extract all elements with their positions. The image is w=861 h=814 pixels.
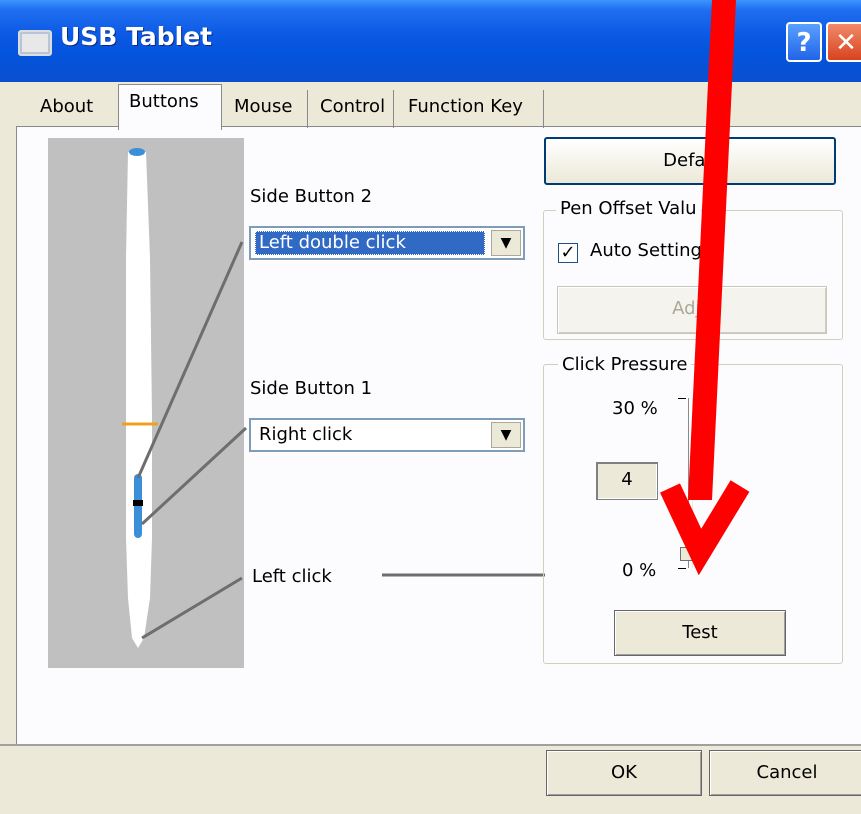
side-button-2-label: Side Button 2 — [250, 186, 373, 207]
tab-control[interactable]: Control — [310, 90, 394, 128]
slider-tick-top — [678, 398, 686, 399]
close-button[interactable]: ✕ — [826, 22, 861, 62]
title-bar[interactable]: USB Tablet ? ✕ — [0, 0, 861, 82]
pressure-slider-thumb[interactable] — [680, 547, 702, 562]
window-title: USB Tablet — [60, 22, 213, 51]
tab-about[interactable]: About — [30, 90, 116, 128]
ok-button[interactable]: OK — [546, 750, 702, 796]
side-button-2-value: Left double click — [255, 231, 485, 255]
side-button-2-select[interactable]: Left double click ▼ — [249, 226, 525, 260]
pressure-slider-track[interactable] — [688, 398, 693, 568]
tab-buttons[interactable]: Buttons — [118, 84, 222, 130]
pen-illustration — [48, 138, 244, 668]
click-pressure-group-label: Click Pressure — [558, 354, 692, 375]
footer-separator — [0, 744, 861, 746]
auto-setting-label[interactable]: Auto Setting — [590, 240, 702, 261]
adjust-button[interactable]: Adju — [557, 286, 827, 334]
test-button[interactable]: Test — [614, 610, 786, 656]
help-button[interactable]: ? — [786, 22, 822, 62]
window-icon — [18, 30, 52, 56]
side-button-1-select[interactable]: Right click ▼ — [249, 418, 525, 452]
chevron-down-icon[interactable]: ▼ — [491, 422, 521, 448]
checkmark-icon[interactable]: ✓ — [558, 243, 578, 263]
pen-icon — [122, 148, 158, 648]
side-button-1-label: Side Button 1 — [250, 378, 373, 399]
side-button-1-value: Right click — [259, 424, 353, 445]
pressure-min-label: 0 % — [622, 560, 657, 581]
cancel-button[interactable]: Cancel — [709, 750, 861, 796]
tip-label: Left click — [252, 566, 332, 587]
default-button[interactable]: Defau — [544, 137, 836, 185]
tab-mouse[interactable]: Mouse — [224, 90, 308, 128]
pressure-value: 4 — [596, 462, 658, 500]
slider-tick-bottom — [678, 568, 686, 569]
pen-offset-group-label: Pen Offset Valu — [556, 198, 701, 219]
pressure-max-label: 30 % — [612, 398, 658, 419]
chevron-down-icon[interactable]: ▼ — [491, 230, 521, 256]
usb-tablet-dialog: USB Tablet ? ✕ About Buttons Mouse Contr… — [0, 0, 861, 814]
tab-function-key[interactable]: Function Key — [398, 90, 544, 128]
